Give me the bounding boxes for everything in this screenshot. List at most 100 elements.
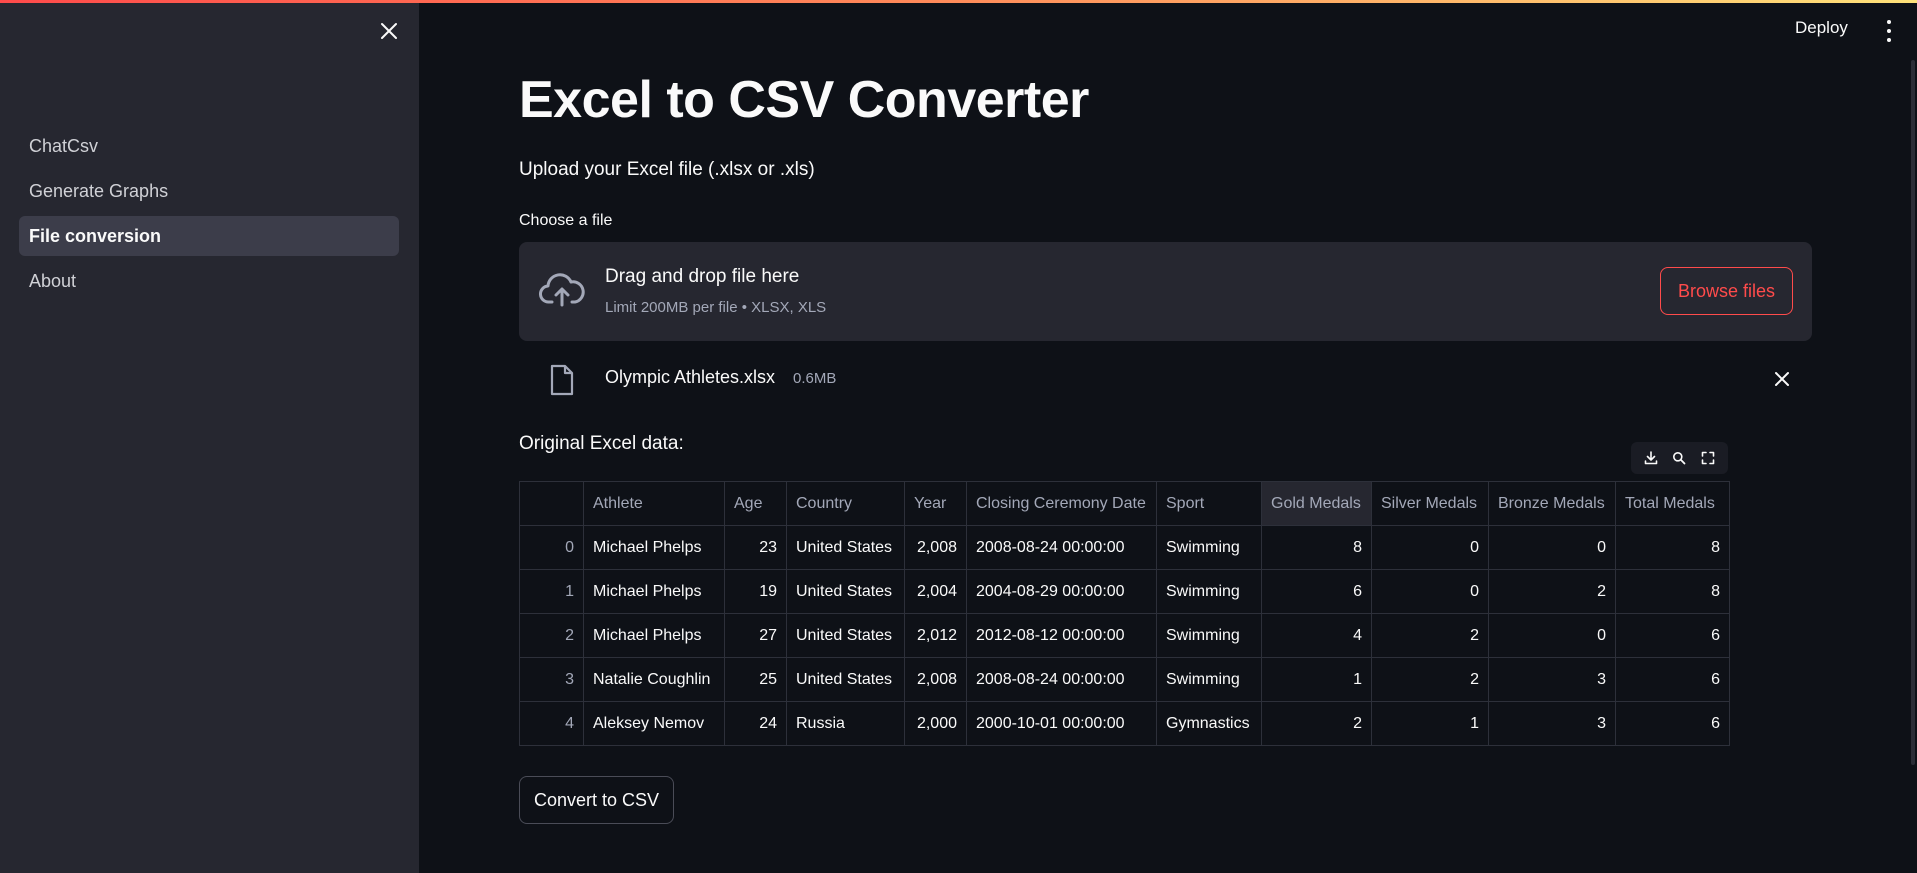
table-cell[interactable]: 3: [1488, 701, 1616, 746]
column-header[interactable]: Athlete: [583, 481, 725, 526]
table-cell[interactable]: Swimming: [1156, 525, 1262, 570]
column-header[interactable]: Bronze Medals: [1488, 481, 1616, 526]
table-cell[interactable]: 2: [1261, 701, 1372, 746]
column-header-index[interactable]: [519, 481, 584, 526]
sidebar-item-chatcsv[interactable]: ChatCsv: [19, 126, 399, 166]
fullscreen-button[interactable]: [1697, 447, 1719, 469]
table-cell[interactable]: 0: [1488, 525, 1616, 570]
table-cell[interactable]: 6: [1615, 657, 1730, 702]
table-cell[interactable]: 2: [1371, 657, 1489, 702]
search-table-button[interactable]: [1668, 447, 1690, 469]
cloud-upload-icon: [539, 273, 585, 307]
table-cell[interactable]: 2: [1371, 613, 1489, 658]
browse-files-button[interactable]: Browse files: [1660, 267, 1793, 315]
table-cell[interactable]: 2004-08-29 00:00:00: [966, 569, 1157, 614]
remove-file-button[interactable]: [1771, 368, 1793, 390]
table-row[interactable]: 0 Michael Phelps 23 United States 2,008 …: [519, 525, 1730, 570]
uploaded-file: Olympic Athletes.xlsx 0.6MB: [519, 358, 1812, 402]
page-subtitle: Upload your Excel file (.xlsx or .xls): [519, 159, 815, 180]
column-header[interactable]: Gold Medals: [1261, 481, 1372, 526]
table-cell[interactable]: 24: [724, 701, 787, 746]
row-index: 0: [519, 525, 584, 570]
table-cell[interactable]: Michael Phelps: [583, 525, 725, 570]
table-cell[interactable]: 4: [1261, 613, 1372, 658]
sidebar-item-file-conversion[interactable]: File conversion: [19, 216, 399, 256]
table-cell[interactable]: Gymnastics: [1156, 701, 1262, 746]
table-cell[interactable]: 2: [1488, 569, 1616, 614]
fullscreen-icon: [1701, 451, 1715, 465]
table-cell[interactable]: Swimming: [1156, 569, 1262, 614]
table-cell[interactable]: Swimming: [1156, 613, 1262, 658]
table-cell[interactable]: 1: [1371, 701, 1489, 746]
table-cell[interactable]: 8: [1261, 525, 1372, 570]
column-header[interactable]: Total Medals: [1615, 481, 1730, 526]
sidebar-item-about[interactable]: About: [19, 261, 399, 301]
close-icon: [1775, 372, 1789, 386]
close-icon: [381, 23, 397, 39]
download-csv-button[interactable]: [1640, 447, 1662, 469]
sidebar-item-generate-graphs[interactable]: Generate Graphs: [19, 171, 399, 211]
table-cell[interactable]: Michael Phelps: [583, 613, 725, 658]
table-cell[interactable]: United States: [786, 525, 905, 570]
table-cell[interactable]: 1: [1261, 657, 1372, 702]
file-dropzone[interactable]: Drag and drop file here Limit 200MB per …: [519, 242, 1812, 341]
page-scrollbar[interactable]: [1911, 60, 1915, 765]
table-cell[interactable]: 25: [724, 657, 787, 702]
row-index: 3: [519, 657, 584, 702]
more-vertical-icon: [1887, 20, 1891, 24]
table-cell[interactable]: 3: [1488, 657, 1616, 702]
more-vertical-icon-dot: [1887, 29, 1891, 33]
table-cell[interactable]: 19: [724, 569, 787, 614]
table-cell[interactable]: 8: [1615, 569, 1730, 614]
main-menu-button[interactable]: [1882, 20, 1896, 42]
table-cell[interactable]: 0: [1371, 569, 1489, 614]
table-cell[interactable]: United States: [786, 569, 905, 614]
table-cell[interactable]: 2,008: [904, 525, 967, 570]
file-icon: [550, 364, 574, 396]
table-cell[interactable]: 6: [1261, 569, 1372, 614]
convert-to-csv-button[interactable]: Convert to CSV: [519, 776, 674, 824]
table-cell[interactable]: 2,004: [904, 569, 967, 614]
sidebar-close-button[interactable]: [378, 20, 400, 42]
data-table[interactable]: Athlete Age Country Year Closing Ceremon…: [519, 481, 1730, 746]
table-cell[interactable]: Russia: [786, 701, 905, 746]
uploader-label: Choose a file: [519, 212, 613, 229]
table-cell[interactable]: Aleksey Nemov: [583, 701, 725, 746]
column-header[interactable]: Silver Medals: [1371, 481, 1489, 526]
table-row[interactable]: 4 Aleksey Nemov 24 Russia 2,000 2000-10-…: [519, 701, 1730, 746]
table-cell[interactable]: 2,008: [904, 657, 967, 702]
column-header[interactable]: Sport: [1156, 481, 1262, 526]
table-row[interactable]: 3 Natalie Coughlin 25 United States 2,00…: [519, 657, 1730, 702]
more-vertical-icon-dot: [1887, 38, 1891, 42]
table-cell[interactable]: United States: [786, 657, 905, 702]
dataframe-toolbar: [1631, 442, 1728, 474]
deploy-button[interactable]: Deploy: [1795, 18, 1848, 44]
table-row[interactable]: 1 Michael Phelps 19 United States 2,004 …: [519, 569, 1730, 614]
table-row[interactable]: 2 Michael Phelps 27 United States 2,012 …: [519, 613, 1730, 658]
table-cell[interactable]: 2,012: [904, 613, 967, 658]
column-header[interactable]: Year: [904, 481, 967, 526]
table-cell[interactable]: Swimming: [1156, 657, 1262, 702]
data-section-label: Original Excel data:: [519, 433, 684, 454]
table-cell[interactable]: United States: [786, 613, 905, 658]
sidebar-nav: ChatCsv Generate Graphs File conversion …: [19, 126, 399, 306]
table-cell[interactable]: 2,000: [904, 701, 967, 746]
table-cell[interactable]: 2000-10-01 00:00:00: [966, 701, 1157, 746]
search-icon: [1673, 452, 1686, 465]
table-cell[interactable]: 6: [1615, 613, 1730, 658]
row-index: 1: [519, 569, 584, 614]
column-header[interactable]: Closing Ceremony Date: [966, 481, 1157, 526]
table-cell[interactable]: 27: [724, 613, 787, 658]
column-header[interactable]: Country: [786, 481, 905, 526]
table-cell[interactable]: 2008-08-24 00:00:00: [966, 525, 1157, 570]
column-header[interactable]: Age: [724, 481, 787, 526]
table-cell[interactable]: 23: [724, 525, 787, 570]
table-cell[interactable]: 2008-08-24 00:00:00: [966, 657, 1157, 702]
table-cell[interactable]: 0: [1488, 613, 1616, 658]
table-cell[interactable]: Michael Phelps: [583, 569, 725, 614]
table-cell[interactable]: Natalie Coughlin: [583, 657, 725, 702]
table-cell[interactable]: 6: [1615, 701, 1730, 746]
table-cell[interactable]: 0: [1371, 525, 1489, 570]
table-cell[interactable]: 2012-08-12 00:00:00: [966, 613, 1157, 658]
table-cell[interactable]: 8: [1615, 525, 1730, 570]
